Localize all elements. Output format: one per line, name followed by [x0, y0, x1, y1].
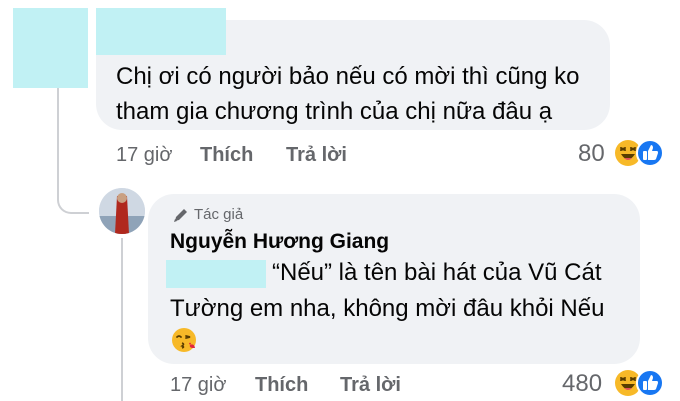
author-comment-line-1: “Nếu” là tên bài hát của Vũ Cát	[272, 259, 602, 286]
reaction-icons[interactable]	[614, 139, 666, 167]
like-reaction-icon	[636, 369, 664, 397]
author-comment-line-2: Tường em nha, không mời đâu khỏi Nếu	[170, 295, 605, 322]
author-reaction-icons[interactable]	[614, 369, 666, 397]
author-reaction-count[interactable]: 480	[562, 370, 602, 398]
reaction-count[interactable]: 80	[578, 140, 605, 168]
reply-button[interactable]: Trả lời	[286, 144, 347, 167]
reply-thread-line	[121, 238, 123, 401]
redacted-mention	[166, 260, 266, 288]
redacted-commenter-name	[96, 8, 226, 55]
author-reply-button[interactable]: Trả lời	[340, 374, 401, 397]
comment-text-line-1: Chị ơi có người bảo nếu có mời thì cũng …	[116, 63, 580, 90]
thread-line-curve	[57, 198, 89, 214]
author-name[interactable]: Nguyễn Hương Giang	[170, 230, 389, 254]
comment-text-line-2: tham gia chương trình của chị nữa đâu ạ	[116, 98, 553, 125]
author-badge: Tác giả	[194, 206, 244, 223]
like-reaction-icon	[636, 139, 664, 167]
comment-timestamp[interactable]: 17 giờ	[116, 144, 172, 167]
thread-line-vertical	[57, 88, 59, 200]
redacted-avatar	[13, 8, 88, 88]
kissing-emoji-icon	[172, 328, 196, 352]
pen-icon	[174, 209, 187, 222]
author-comment-timestamp[interactable]: 17 giờ	[170, 374, 226, 397]
author-avatar-image	[99, 188, 145, 234]
author-like-button[interactable]: Thích	[255, 374, 308, 397]
author-avatar[interactable]	[99, 188, 145, 234]
like-button[interactable]: Thích	[200, 144, 253, 167]
